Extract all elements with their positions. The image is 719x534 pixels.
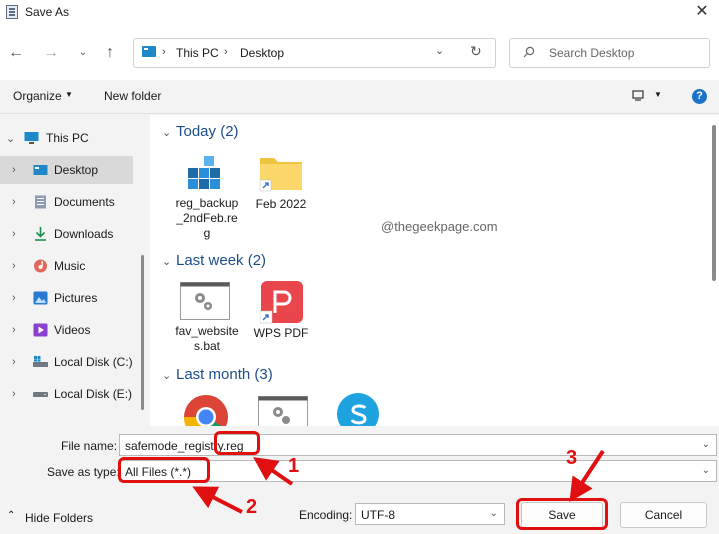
- annotation-number-2: 2: [246, 496, 258, 518]
- annotation-arrows: [192, 449, 605, 514]
- annotation-number-3: 3: [566, 447, 578, 469]
- annotation-number-1: 1: [288, 455, 300, 477]
